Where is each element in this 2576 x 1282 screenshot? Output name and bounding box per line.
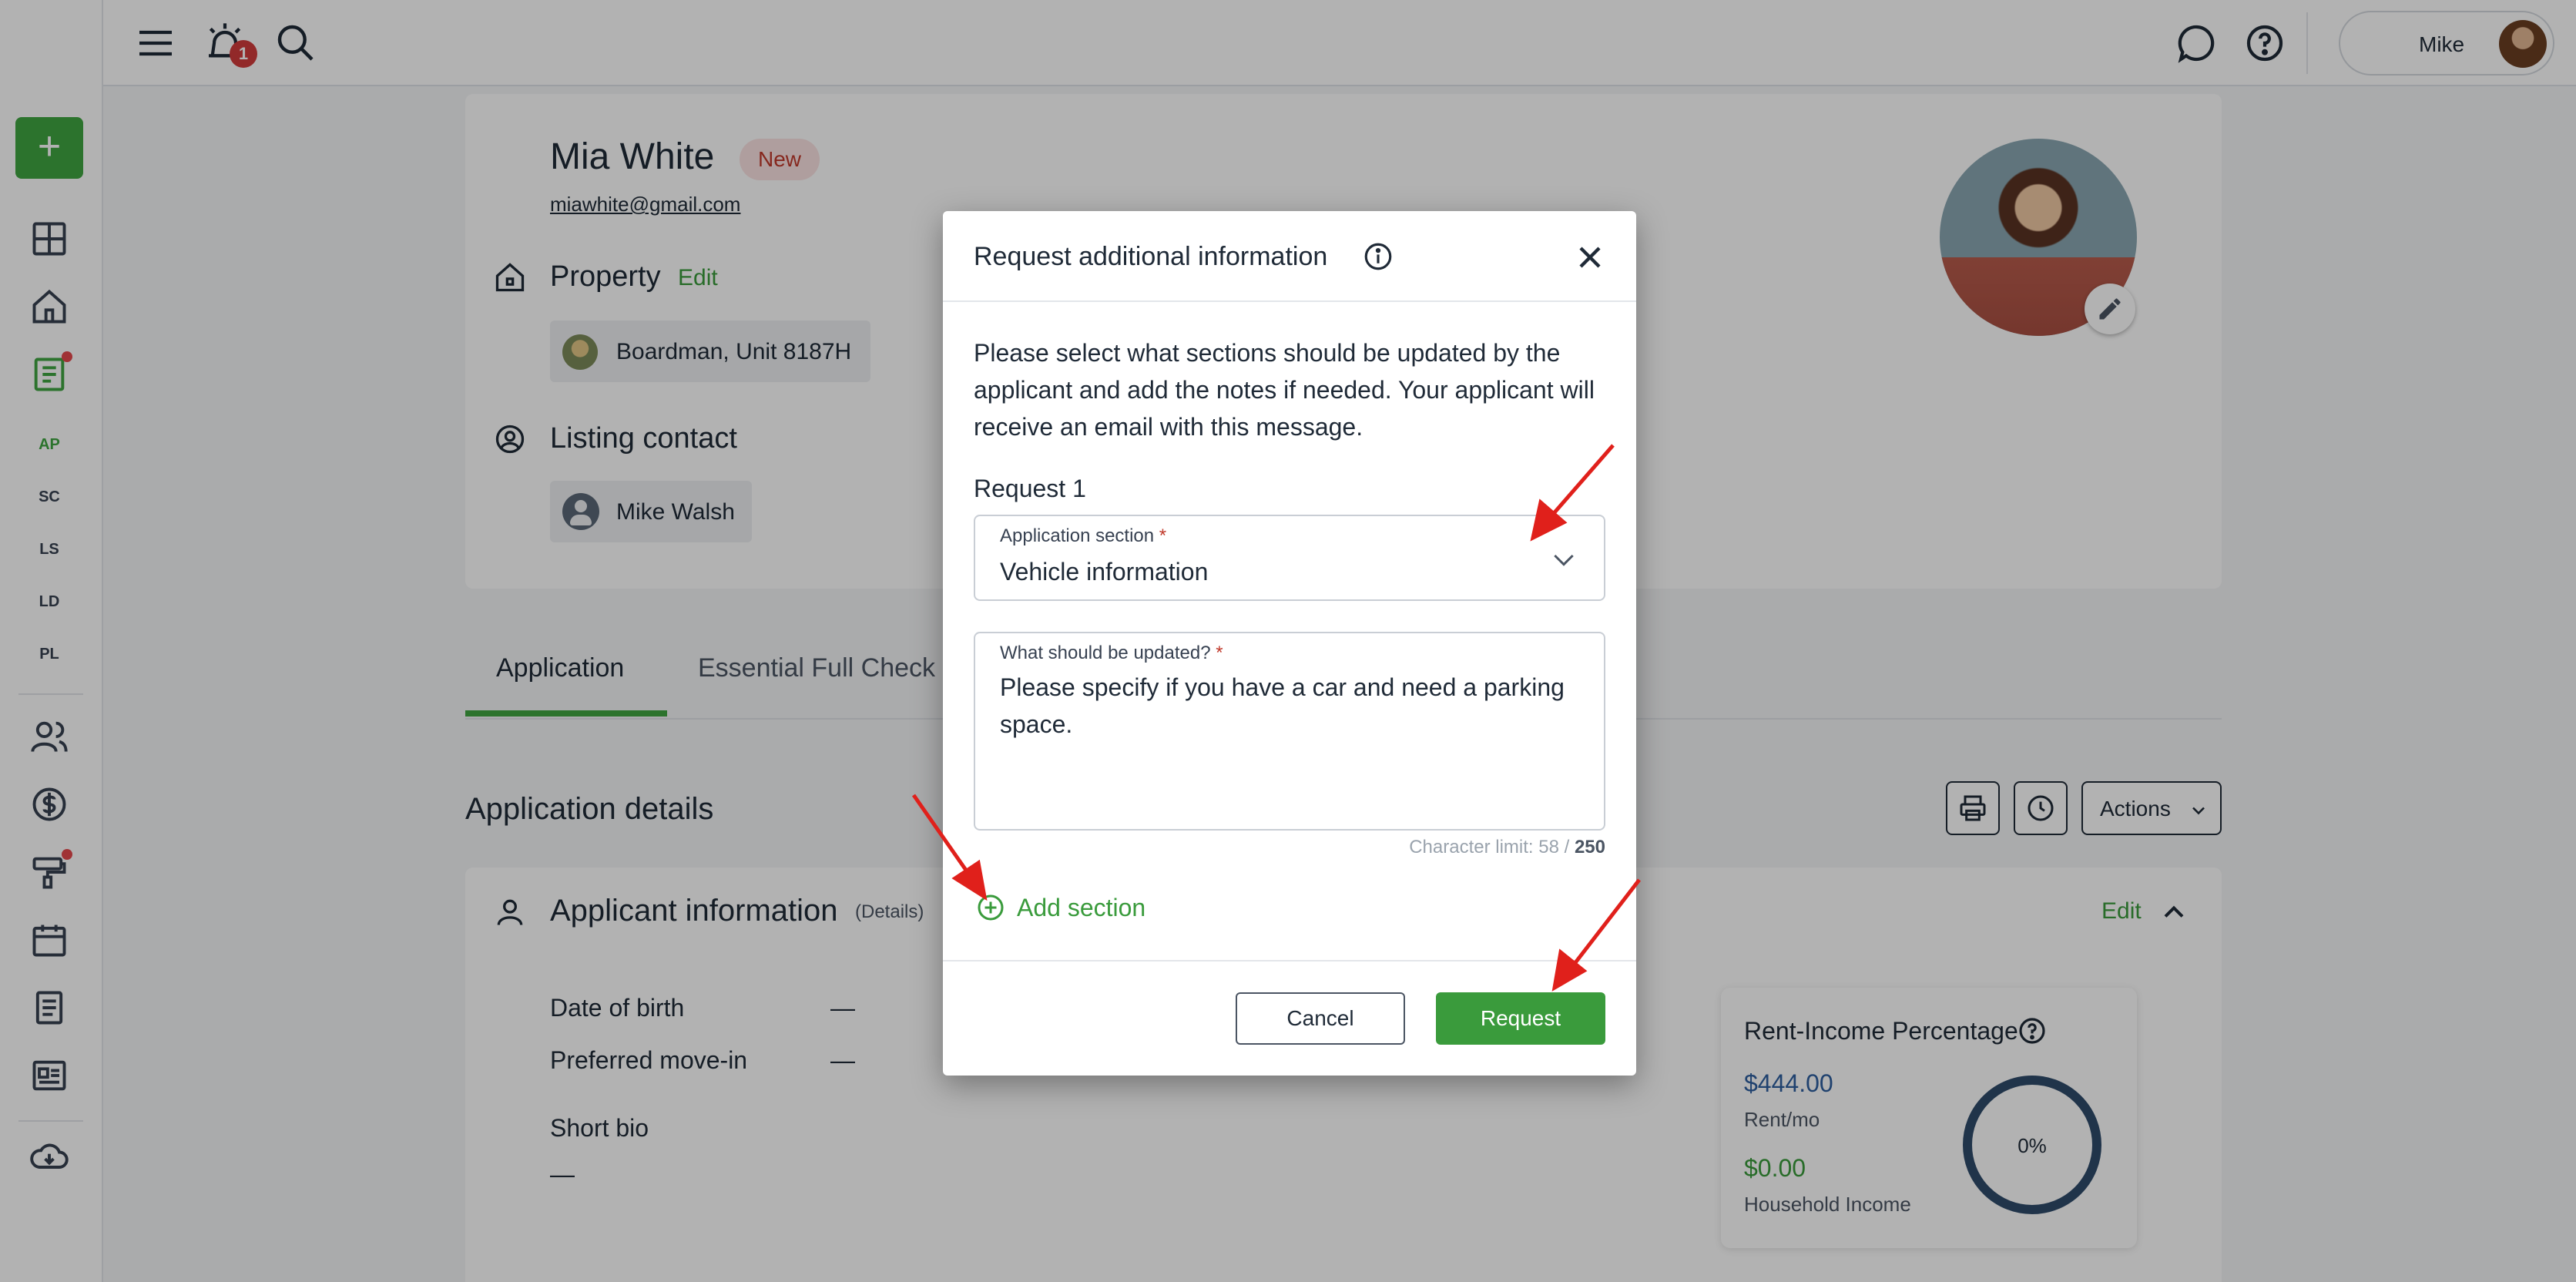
request-info-modal: Request additional information Please se… <box>943 211 1636 1076</box>
cancel-button[interactable]: Cancel <box>1236 992 1405 1045</box>
application-section-label: Application section * <box>1000 525 1167 546</box>
app-root: + AP SC LS LD PL 1 Mike Mia White New mi… <box>0 0 2576 1282</box>
application-section-value: Vehicle information <box>1000 558 1209 586</box>
plus-circle-icon <box>978 894 1004 921</box>
application-section-select[interactable]: Application section * Vehicle informatio… <box>974 515 1605 601</box>
update-notes-value: Please specify if you have a car and nee… <box>1000 673 1565 738</box>
modal-description: Please select what sections should be up… <box>974 339 1595 441</box>
add-section-label: Add section <box>1017 894 1146 921</box>
character-limit: Character limit: 58 / 250 <box>1409 837 1605 857</box>
close-icon[interactable] <box>1571 239 1608 276</box>
modal-title: Request additional information <box>974 242 1328 271</box>
info-icon[interactable] <box>1362 240 1394 273</box>
modal-footer-divider <box>943 960 1636 962</box>
update-notes-label: What should be updated? * <box>1000 643 1223 663</box>
request-label: Request 1 <box>974 475 1086 502</box>
request-button[interactable]: Request <box>1436 992 1605 1045</box>
modal-header-divider <box>943 300 1636 302</box>
chevron-down-icon[interactable] <box>1548 544 1579 575</box>
update-notes-textarea[interactable]: What should be updated? * Please specify… <box>974 632 1605 831</box>
